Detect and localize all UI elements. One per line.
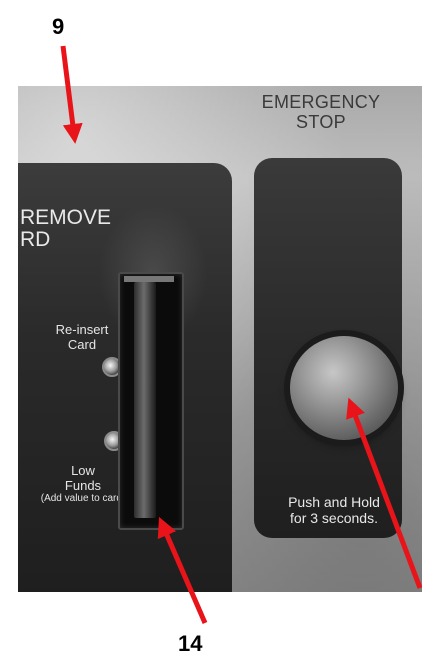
card-slot-opening: [134, 282, 156, 518]
emergency-stop-button[interactable]: [290, 336, 398, 440]
low-funds-line2: Funds: [64, 478, 102, 493]
instructions-line1: Push and Hold: [288, 494, 380, 510]
card-slot[interactable]: [118, 272, 184, 530]
emergency-stop-header: EMERGENCY STOP: [236, 92, 406, 132]
emergency-stop-header-line2: STOP: [296, 112, 346, 132]
reinsert-line1: Re-insert: [55, 322, 109, 337]
emergency-stop-instructions: Push and Hold for 3 seconds.: [272, 494, 396, 526]
reinsert-line2: Card: [67, 337, 97, 352]
instructions-line2: for 3 seconds.: [290, 510, 378, 526]
callout-number-9: 9: [52, 14, 65, 39]
remove-card-line1: REMOVE: [20, 206, 112, 229]
reinsert-card-label: Re-insert Card: [42, 322, 122, 352]
equipment-photo: EMERGENCY STOP REMOVE RD Re-insert Card …: [18, 86, 422, 592]
remove-card-line2: RD: [20, 228, 51, 251]
low-funds-label: Low Funds (Add value to card): [38, 463, 128, 505]
low-funds-line1: Low: [71, 463, 95, 478]
remove-card-label: REMOVE RD: [20, 207, 111, 251]
emergency-stop-header-line1: EMERGENCY: [261, 92, 381, 112]
card-reader-panel: REMOVE RD Re-insert Card Low Funds (Add …: [18, 163, 232, 592]
callout-number-14: 14: [178, 631, 203, 656]
